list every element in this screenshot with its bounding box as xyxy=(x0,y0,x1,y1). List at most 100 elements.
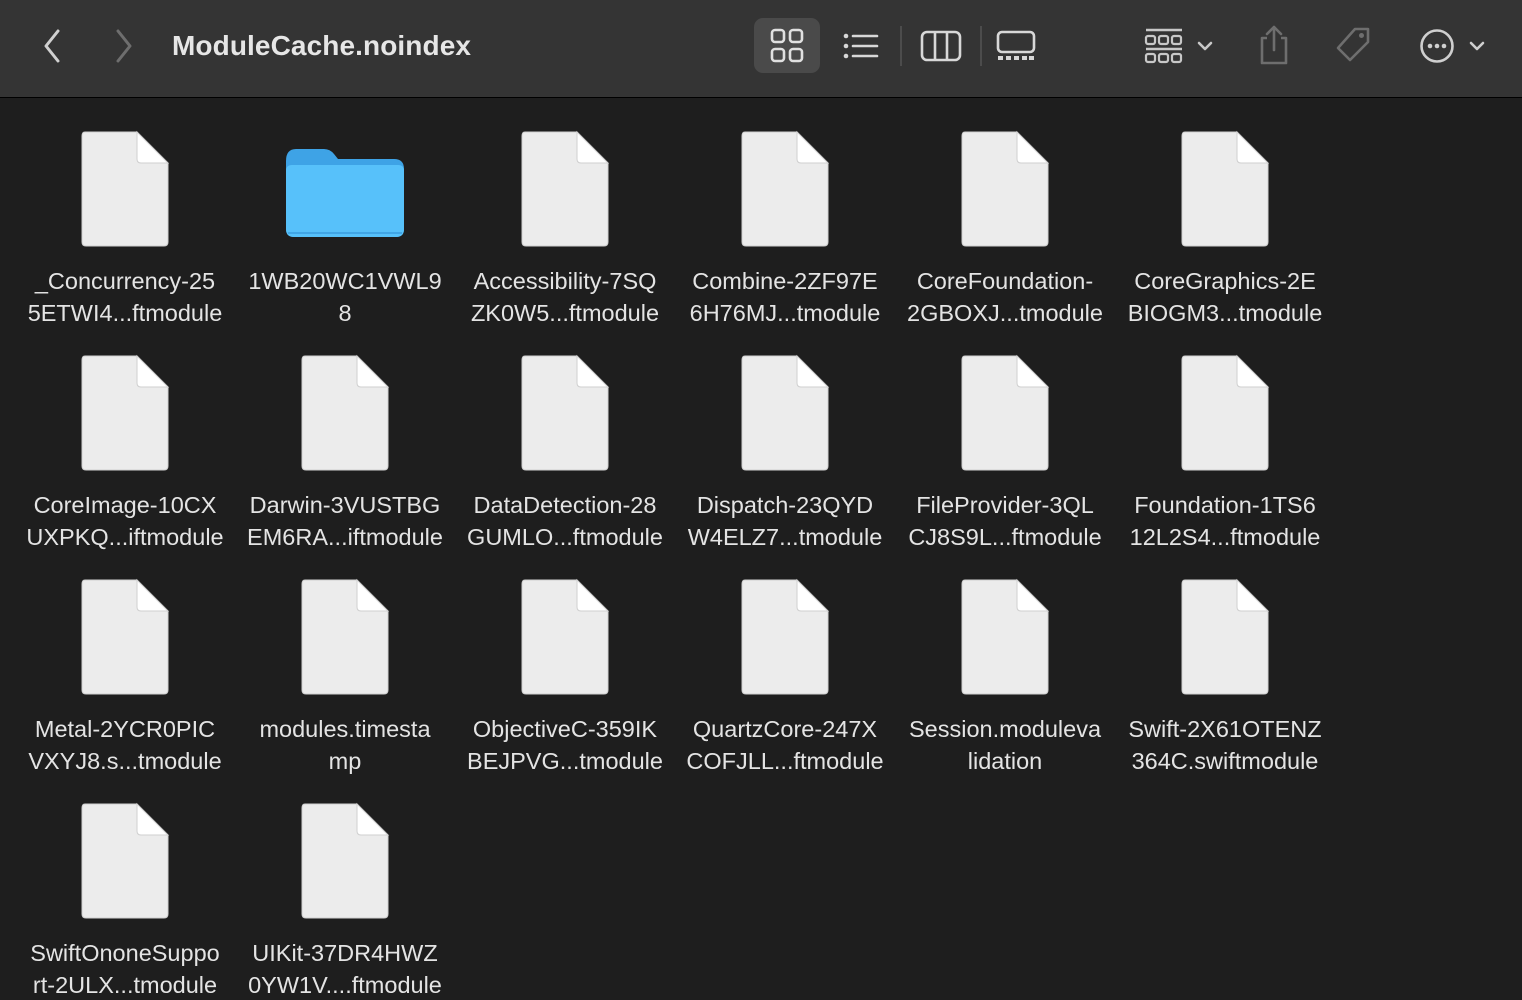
document-icon xyxy=(960,130,1050,253)
file-name-line: Metal-2YCR0PIC xyxy=(34,716,216,742)
file-name-label: SwiftOnoneSuppo rt-2ULX...tmodule xyxy=(15,937,235,1000)
file-name-label: Darwin-3VUSTBG EM6RA...iftmodule xyxy=(235,489,455,553)
file-name-line: QuartzCore-247X xyxy=(692,716,878,742)
icon-view-button[interactable] xyxy=(754,18,820,73)
file-item[interactable]: modules.timesta mp xyxy=(235,547,455,774)
file-name-label: Session.moduleva lidation xyxy=(895,713,1115,777)
file-name-line: FileProvider-3QL xyxy=(916,492,1094,518)
file-name-line: COFJLL...ftmodule xyxy=(686,748,884,774)
file-name-line: 364C.swiftmodule xyxy=(1131,748,1319,774)
file-item[interactable]: CoreImage-10CX UXPKQ...iftmodule xyxy=(15,323,235,550)
file-name-line: _Concurrency-25 xyxy=(34,268,216,294)
file-name-label: CoreImage-10CX UXPKQ...iftmodule xyxy=(15,489,235,553)
file-name-label: ObjectiveC-359IK BEJPVG...tmodule xyxy=(455,713,675,777)
file-name-line: ObjectiveC-359IK xyxy=(472,716,658,742)
file-name-label: Accessibility-7SQ ZK0W5...ftmodule xyxy=(455,265,675,329)
forward-button[interactable] xyxy=(108,26,140,66)
file-name-line: Darwin-3VUSTBG xyxy=(249,492,441,518)
group-by-button[interactable] xyxy=(1140,24,1220,68)
file-name-label: QuartzCore-247X COFJLL...ftmodule xyxy=(675,713,895,777)
folder-item[interactable]: 1WB20WC1VWL9 8 xyxy=(235,99,455,326)
file-name-line: BEJPVG...tmodule xyxy=(467,748,663,774)
file-item[interactable]: Session.moduleva lidation xyxy=(895,547,1115,774)
file-name-line: CoreGraphics-2E xyxy=(1134,268,1316,294)
document-icon xyxy=(520,130,610,253)
document-icon xyxy=(80,130,170,253)
more-actions-button[interactable] xyxy=(1416,24,1492,68)
chevron-right-icon xyxy=(116,29,132,63)
chevron-left-icon xyxy=(44,29,60,63)
file-item[interactable]: CoreFoundation- 2GBOXJ...tmodule xyxy=(895,99,1115,326)
tag-icon xyxy=(1336,27,1370,62)
file-item[interactable]: Accessibility-7SQ ZK0W5...ftmodule xyxy=(455,99,675,326)
file-item[interactable]: QuartzCore-247X COFJLL...ftmodule xyxy=(675,547,895,774)
folder-icon xyxy=(284,137,406,246)
file-item[interactable]: UIKit-37DR4HWZ 0YW1V....ftmodule xyxy=(235,771,455,998)
toolbar-separator xyxy=(980,26,982,66)
file-name-line: Combine-2ZF97E xyxy=(692,268,878,294)
file-item[interactable]: Combine-2ZF97E 6H76MJ...tmodule xyxy=(675,99,895,326)
file-item[interactable]: _Concurrency-25 5ETWI4...ftmodule xyxy=(15,99,235,326)
file-item[interactable]: FileProvider-3QL CJ8S9L...ftmodule xyxy=(895,323,1115,550)
column-view-button[interactable] xyxy=(918,24,964,68)
file-name-line: modules.timesta xyxy=(259,716,431,742)
icon-view-icon xyxy=(770,28,804,63)
window-title: ModuleCache.noindex xyxy=(172,30,472,61)
document-icon xyxy=(740,130,830,253)
file-grid: _Concurrency-25 5ETWI4...ftmodule 1WB20WC1… xyxy=(0,99,1522,1000)
file-item[interactable]: Foundation-1TS6 12L2S4...ftmodule xyxy=(1115,323,1335,550)
document-icon xyxy=(520,578,610,701)
file-name-label: DataDetection-28 GUMLO...ftmodule xyxy=(455,489,675,553)
file-name-line: lidation xyxy=(967,748,1043,774)
document-icon xyxy=(960,578,1050,701)
file-item[interactable]: DataDetection-28 GUMLO...ftmodule xyxy=(455,323,675,550)
back-button[interactable] xyxy=(36,26,68,66)
gallery-view-icon xyxy=(996,30,1036,60)
file-name-label: Swift-2X61OTENZ 364C.swiftmodule xyxy=(1115,713,1335,777)
file-name-line: Session.moduleva xyxy=(908,716,1102,742)
file-name-label: modules.timesta mp xyxy=(235,713,455,777)
file-name-line: CoreImage-10CX xyxy=(33,492,217,518)
document-icon xyxy=(1180,578,1270,701)
file-name-label: Dispatch-23QYD W4ELZ7...tmodule xyxy=(675,489,895,553)
file-item[interactable]: SwiftOnoneSuppo rt-2ULX...tmodule xyxy=(15,771,235,998)
file-name-label: Metal-2YCR0PIC VXYJ8.s...tmodule xyxy=(15,713,235,777)
tag-button[interactable] xyxy=(1330,22,1376,68)
document-icon xyxy=(80,802,170,925)
file-name-line: CoreFoundation- xyxy=(916,268,1094,294)
document-icon xyxy=(1180,354,1270,477)
share-icon xyxy=(1260,25,1288,65)
file-name-label: _Concurrency-25 5ETWI4...ftmodule xyxy=(15,265,235,329)
file-item[interactable]: CoreGraphics-2E BIOGM3...tmodule xyxy=(1115,99,1335,326)
file-name-line: 1WB20WC1VWL9 xyxy=(248,268,442,294)
document-icon xyxy=(960,354,1050,477)
list-view-icon xyxy=(843,33,879,59)
group-by-icon xyxy=(1144,28,1213,64)
document-icon xyxy=(740,578,830,701)
file-name-label: Foundation-1TS6 12L2S4...ftmodule xyxy=(1115,489,1335,553)
document-icon xyxy=(80,354,170,477)
file-name-line: SwiftOnoneSuppo xyxy=(30,940,220,966)
list-view-button[interactable] xyxy=(838,24,884,68)
document-icon xyxy=(300,578,390,701)
file-name-line: UIKit-37DR4HWZ xyxy=(252,940,438,966)
document-icon xyxy=(1180,130,1270,253)
document-icon xyxy=(80,578,170,701)
file-item[interactable]: ObjectiveC-359IK BEJPVG...tmodule xyxy=(455,547,675,774)
toolbar: ModuleCache.noindex xyxy=(0,0,1522,98)
file-item[interactable]: Dispatch-23QYD W4ELZ7...tmodule xyxy=(675,323,895,550)
file-name-line: Accessibility-7SQ xyxy=(473,268,657,294)
share-button[interactable] xyxy=(1254,22,1294,68)
file-item[interactable]: Darwin-3VUSTBG EM6RA...iftmodule xyxy=(235,323,455,550)
finder-window: ModuleCache.noindex _Concurrency-25 5ETW… xyxy=(0,0,1522,1000)
file-name-label: CoreGraphics-2E BIOGM3...tmodule xyxy=(1115,265,1335,329)
file-item[interactable]: Swift-2X61OTENZ 364C.swiftmodule xyxy=(1115,547,1335,774)
document-icon xyxy=(300,802,390,925)
file-name-label: CoreFoundation- 2GBOXJ...tmodule xyxy=(895,265,1115,329)
file-name-label: 1WB20WC1VWL9 8 xyxy=(235,265,455,329)
file-name-line: DataDetection-28 xyxy=(473,492,657,518)
gallery-view-button[interactable] xyxy=(994,24,1038,68)
file-item[interactable]: Metal-2YCR0PIC VXYJ8.s...tmodule xyxy=(15,547,235,774)
file-name-line: Dispatch-23QYD xyxy=(696,492,874,518)
file-name-line: 0YW1V....ftmodule xyxy=(248,972,442,998)
